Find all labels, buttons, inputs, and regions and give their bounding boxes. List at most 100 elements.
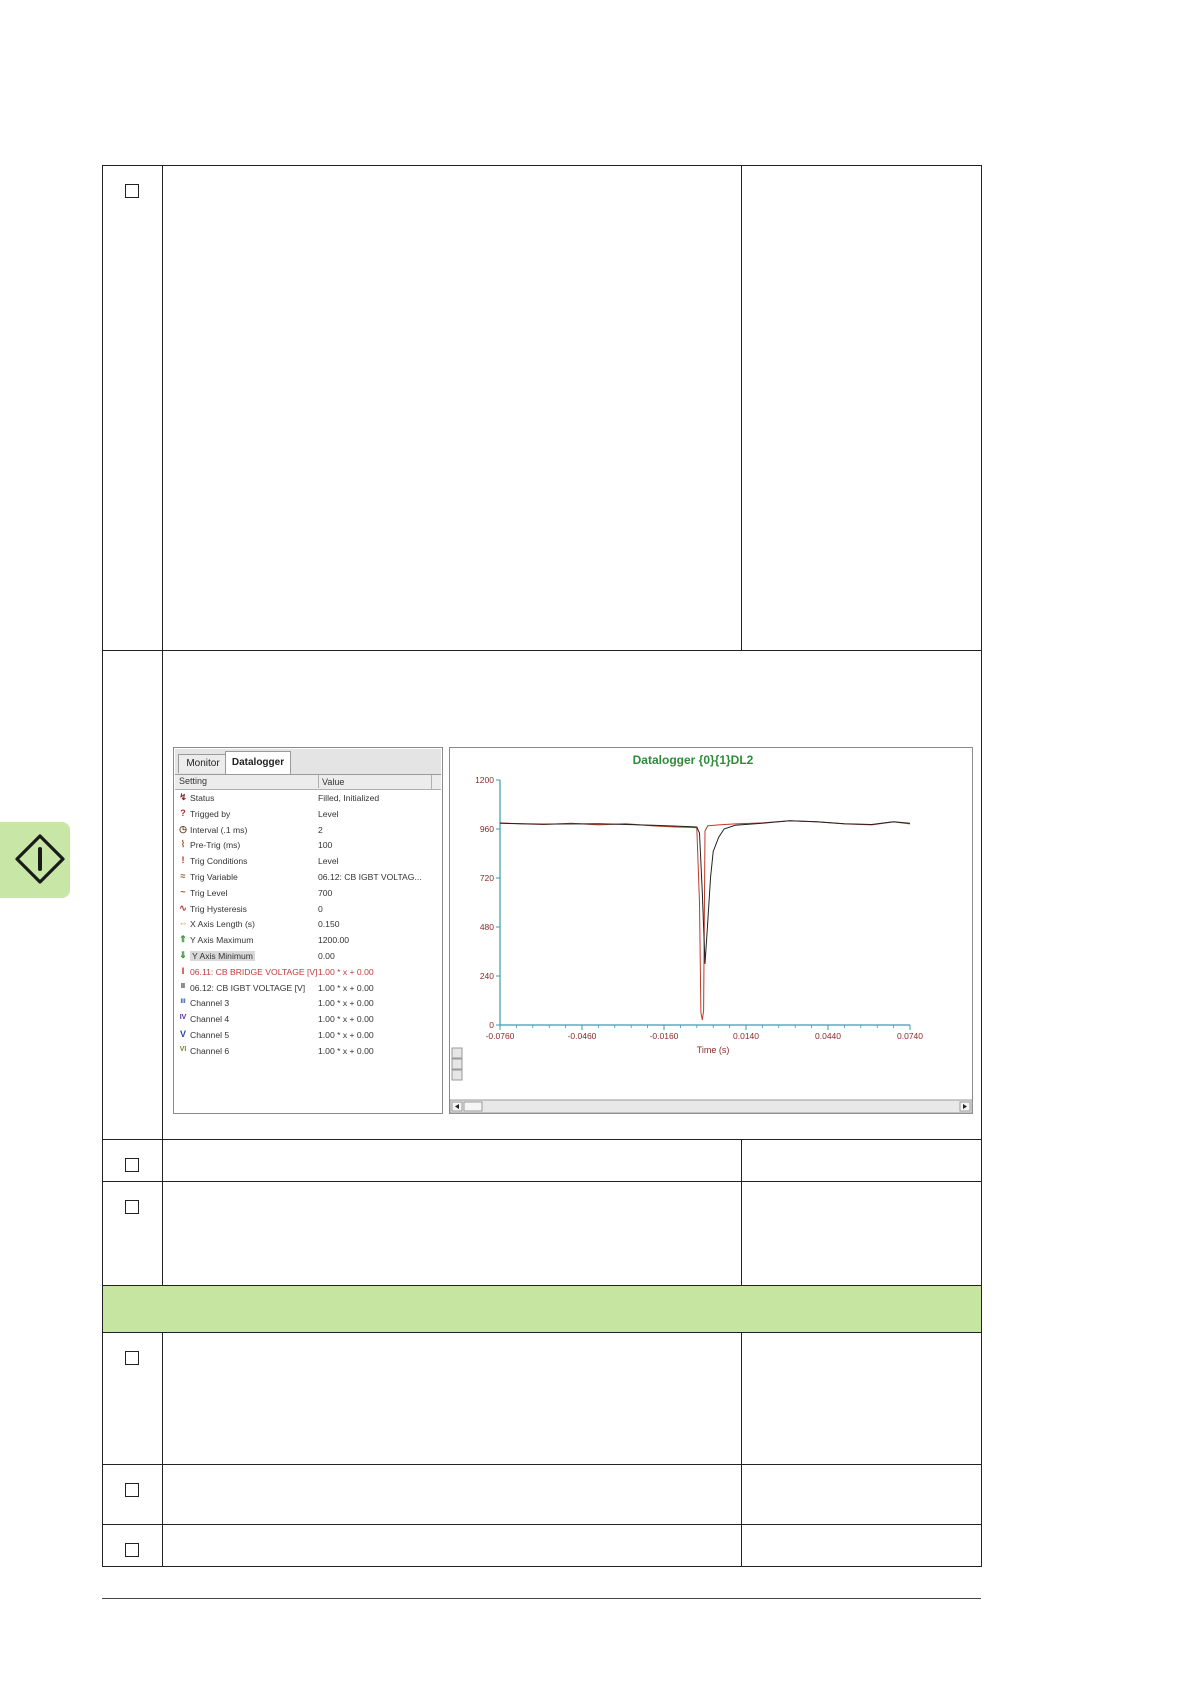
exclamation-icon: !: [181, 855, 185, 866]
setting-value: 1.00 * x + 0.00: [318, 982, 374, 993]
setting-value: Filled, Initialized: [318, 793, 380, 803]
table-row: [102, 1139, 982, 1182]
list-item[interactable]: VI Channel 6 1.00 * x + 0.00: [175, 1043, 441, 1059]
setting-label: Y Axis Maximum: [190, 935, 254, 946]
list-item[interactable]: ⇓ Y Axis Minimum 0.00: [175, 948, 441, 964]
setting-value: Level: [318, 856, 339, 867]
setting-value: 100: [318, 840, 333, 851]
checkbox[interactable]: [125, 1158, 139, 1172]
list-item[interactable]: ⇑ Y Axis Maximum 1200.00: [175, 932, 441, 948]
setting-value: Level: [318, 808, 339, 819]
table-row: [102, 1464, 982, 1525]
x-axis-icon: ⇔: [178, 918, 188, 929]
tab-datalogger[interactable]: Datalogger: [225, 751, 291, 774]
level-icon: ~: [180, 886, 186, 897]
setting-value: 1.00 * x + 0.00: [318, 998, 374, 1009]
tab-monitor[interactable]: Monitor: [178, 754, 228, 773]
setting-value: 1200.00: [318, 935, 350, 946]
setting-label: Channel 6: [190, 1045, 230, 1056]
horizontal-scrollbar[interactable]: [450, 1099, 973, 1114]
table-row: [102, 1181, 982, 1286]
setting-value: 06.12: CB IGBT VOLTAG...: [318, 871, 422, 882]
y-tick-label: 960: [480, 824, 494, 834]
list-item[interactable]: V Channel 5 1.00 * x + 0.00: [175, 1027, 441, 1043]
setting-label: Y Axis Minimum: [190, 950, 255, 961]
scrollbar-thumb[interactable]: [463, 1101, 483, 1112]
pretrig-icon: ⌇: [180, 839, 186, 850]
setting-label: Status: [190, 793, 215, 803]
setting-label: Interval (.1 ms): [190, 824, 248, 835]
setting-value: 0.150: [318, 919, 340, 930]
list-item[interactable]: ⌇ Pre-Trig (ms) 100: [175, 837, 441, 853]
setting-label: Trig Hysteresis: [190, 903, 247, 914]
zoom-reset-button[interactable]: [451, 1069, 463, 1081]
series-line-1: [499, 820, 911, 1020]
arrow-up-icon: ⇑: [179, 934, 187, 945]
channel-3-icon: III: [180, 999, 186, 1006]
setting-label: Channel 3: [190, 998, 230, 1009]
table-row: [102, 1285, 982, 1333]
setting-label: 06.12: CB IGBT VOLTAGE [V]: [190, 982, 306, 993]
list-item[interactable]: ∿ Trig Hysteresis 0: [175, 901, 441, 917]
list-item[interactable]: ≈ Trig Variable 06.12: CB IGBT VOLTAG...: [175, 869, 441, 885]
list-item[interactable]: I 06.11: CB BRIDGE VOLTAGE [V] 1.00 * x + …: [175, 964, 441, 980]
channel-6-icon: VI: [179, 1045, 187, 1053]
arrow-down-icon: ⇓: [179, 949, 187, 960]
list-item[interactable]: ! Trig Conditions Level: [175, 853, 441, 869]
checklist-table: Monitor Datalogger Setting Value ↯ Status…: [102, 165, 982, 1567]
setting-value: 1.00 * x + 0.00: [318, 1029, 374, 1040]
x-tick-label: 0.0740: [897, 1031, 923, 1041]
y-tick-label: 480: [480, 922, 494, 932]
zoom-in-button[interactable]: [451, 1047, 463, 1059]
clock-icon: ◷: [179, 823, 187, 834]
column-header-setting[interactable]: Setting: [179, 776, 207, 786]
list-item[interactable]: ↯ Status Filled, Initialized: [175, 790, 441, 806]
setting-label: Trig Level: [190, 887, 228, 898]
list-item[interactable]: ◷ Interval (.1 ms) 2: [175, 822, 441, 838]
zoom-out-button[interactable]: [451, 1058, 463, 1070]
list-item[interactable]: ~ Trig Level 700: [175, 885, 441, 901]
checkbox[interactable]: [125, 1200, 139, 1214]
setting-label: Trig Variable: [190, 871, 238, 882]
table-row: Monitor Datalogger Setting Value ↯ Status…: [102, 650, 982, 1140]
chart-panel: Datalogger {0}{1}DL2 0 240 480 720 960 1200 -0.…: [449, 747, 973, 1114]
y-tick-label: 240: [480, 971, 494, 981]
checkbox[interactable]: [125, 1543, 139, 1557]
checkbox[interactable]: [125, 184, 139, 198]
setting-label: Channel 5: [190, 1029, 230, 1040]
start-icon: [15, 834, 65, 884]
column-header-value[interactable]: Value: [318, 775, 344, 788]
x-tick-label: -0.0160: [650, 1031, 679, 1041]
checkbox[interactable]: [125, 1483, 139, 1497]
settings-list: ↯ Status Filled, Initialized ? Trigged by Lev…: [175, 790, 441, 1059]
datalogger-screenshot: Monitor Datalogger Setting Value ↯ Status…: [173, 747, 973, 1115]
trigger-icon: ?: [180, 807, 186, 818]
checkbox[interactable]: [125, 1351, 139, 1365]
list-item[interactable]: ⇔ X Axis Length (s) 0.150: [175, 916, 441, 932]
channel-4-icon: IV: [179, 1014, 187, 1022]
status-icon: ↯: [179, 792, 187, 802]
setting-value: 0.00: [318, 950, 335, 961]
setting-value: 1.00 * x + 0.00: [318, 966, 374, 977]
setting-label: Pre-Trig (ms): [190, 840, 241, 851]
channel-5-icon: V: [179, 1028, 186, 1039]
settings-panel: Monitor Datalogger Setting Value ↯ Status…: [173, 747, 443, 1114]
y-tick-label: 1200: [475, 775, 494, 785]
x-tick-label: 0.0140: [733, 1031, 759, 1041]
list-item[interactable]: II 06.12: CB IGBT VOLTAGE [V] 1.00 * x + 0…: [175, 980, 441, 996]
hysteresis-icon: ∿: [179, 902, 187, 913]
section-header: [102, 1285, 982, 1333]
setting-label: 06.11: CB BRIDGE VOLTAGE [V]: [190, 966, 318, 977]
setting-value: 2: [318, 824, 323, 835]
x-tick-label: 0.0440: [815, 1031, 841, 1041]
table-row: [102, 165, 982, 651]
list-item[interactable]: ? Trigged by Level: [175, 806, 441, 822]
x-axis-label: Time (s): [697, 1045, 730, 1055]
setting-value: 700: [318, 887, 333, 898]
section-tab-startup: [0, 822, 70, 898]
tab-bar: Monitor Datalogger: [175, 749, 441, 775]
list-item[interactable]: IV Channel 4 1.00 * x + 0.00: [175, 1011, 441, 1027]
list-item[interactable]: III Channel 3 1.00 * x + 0.00: [175, 995, 441, 1011]
setting-label: X Axis Length (s): [190, 919, 255, 930]
setting-value: 1.00 * x + 0.00: [318, 1014, 374, 1025]
